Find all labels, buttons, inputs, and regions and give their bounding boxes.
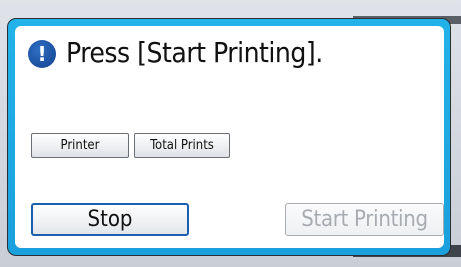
- total-prints-button[interactable]: Total Prints: [134, 133, 230, 158]
- dialog-message: Press [Start Printing].: [66, 36, 323, 69]
- info-icon: !: [28, 40, 56, 68]
- printer-button[interactable]: Printer: [31, 133, 129, 158]
- stop-button[interactable]: Stop: [31, 203, 189, 236]
- start-printing-button[interactable]: Start Printing: [285, 203, 444, 236]
